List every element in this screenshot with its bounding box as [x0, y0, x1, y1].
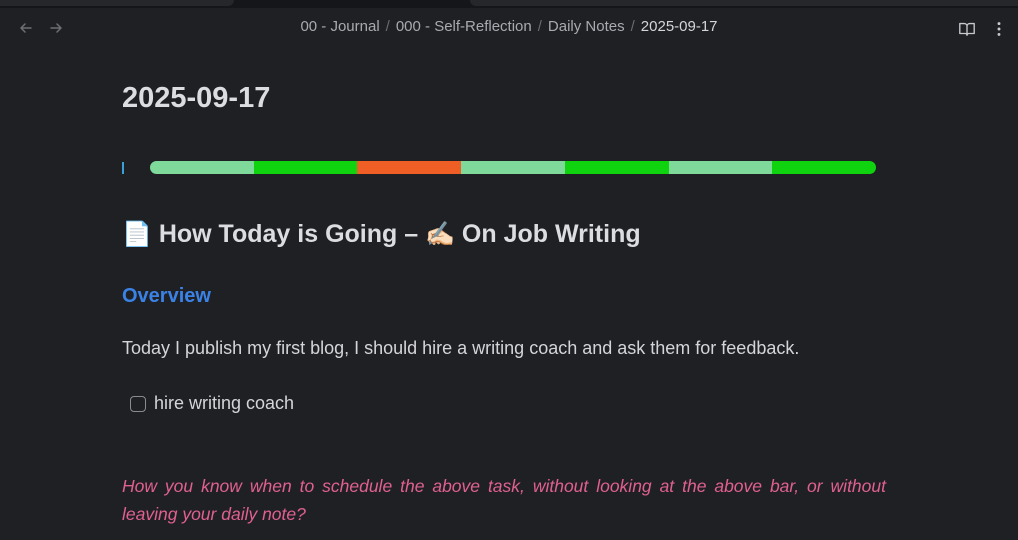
progress-segment: [564, 161, 669, 174]
progress-bar-container: [122, 160, 882, 176]
more-options-button[interactable]: [988, 18, 1010, 40]
breadcrumb-separator: /: [385, 18, 390, 35]
reading-view-button[interactable]: [956, 18, 978, 40]
progress-bar: [150, 161, 876, 174]
more-vertical-icon: [997, 22, 1001, 36]
task-label: hire writing coach: [154, 393, 295, 413]
breadcrumb-separator: /: [537, 18, 542, 35]
task-item: hire writing coach: [130, 393, 294, 414]
tab-inactive-left[interactable]: [0, 0, 234, 6]
progress-segment: [668, 161, 773, 174]
heading-text-2: On Job Writing: [461, 220, 641, 248]
tab-inactive-right[interactable]: [470, 0, 1018, 6]
heading-text: How Today is Going –: [158, 220, 426, 248]
tab-strip: [0, 0, 1018, 8]
view-header: 00 - Journal / 000 - Self-Reflection / Daily…: [0, 8, 1018, 48]
breadcrumb-journal[interactable]: 00 - Journal: [300, 18, 379, 35]
progress-segment: [150, 161, 254, 174]
overview-heading: Overview: [122, 285, 211, 307]
breadcrumb-daily-notes[interactable]: Daily Notes: [548, 18, 625, 35]
breadcrumb-current-note[interactable]: 2025-09-17: [641, 18, 718, 35]
writing-hand-icon: ✍🏻: [425, 221, 455, 248]
task-checkbox[interactable]: [130, 395, 146, 412]
note-title[interactable]: 2025-09-17: [122, 82, 270, 115]
text-cursor: [122, 162, 124, 174]
page-icon: 📄: [122, 221, 152, 248]
book-open-icon: [959, 22, 975, 36]
progress-segment: [772, 161, 876, 174]
progress-segment: [461, 161, 565, 174]
breadcrumb-self-reflection[interactable]: 000 - Self-Reflection: [396, 18, 532, 35]
breadcrumb-separator: /: [630, 18, 635, 35]
breadcrumb: 00 - Journal / 000 - Self-Reflection / Daily…: [0, 18, 1018, 35]
view-actions: [956, 18, 1010, 40]
app-window: 00 - Journal / 000 - Self-Reflection / Daily…: [0, 0, 1018, 540]
progress-segment: [357, 161, 462, 174]
section-heading: 📄 How Today is Going – ✍🏻 On Job Writing: [122, 220, 641, 249]
progress-segment: [253, 161, 358, 174]
question-text: How you know when to schedule the above …: [122, 476, 886, 524]
paragraph: Today I publish my first blog, I should …: [122, 338, 800, 358]
